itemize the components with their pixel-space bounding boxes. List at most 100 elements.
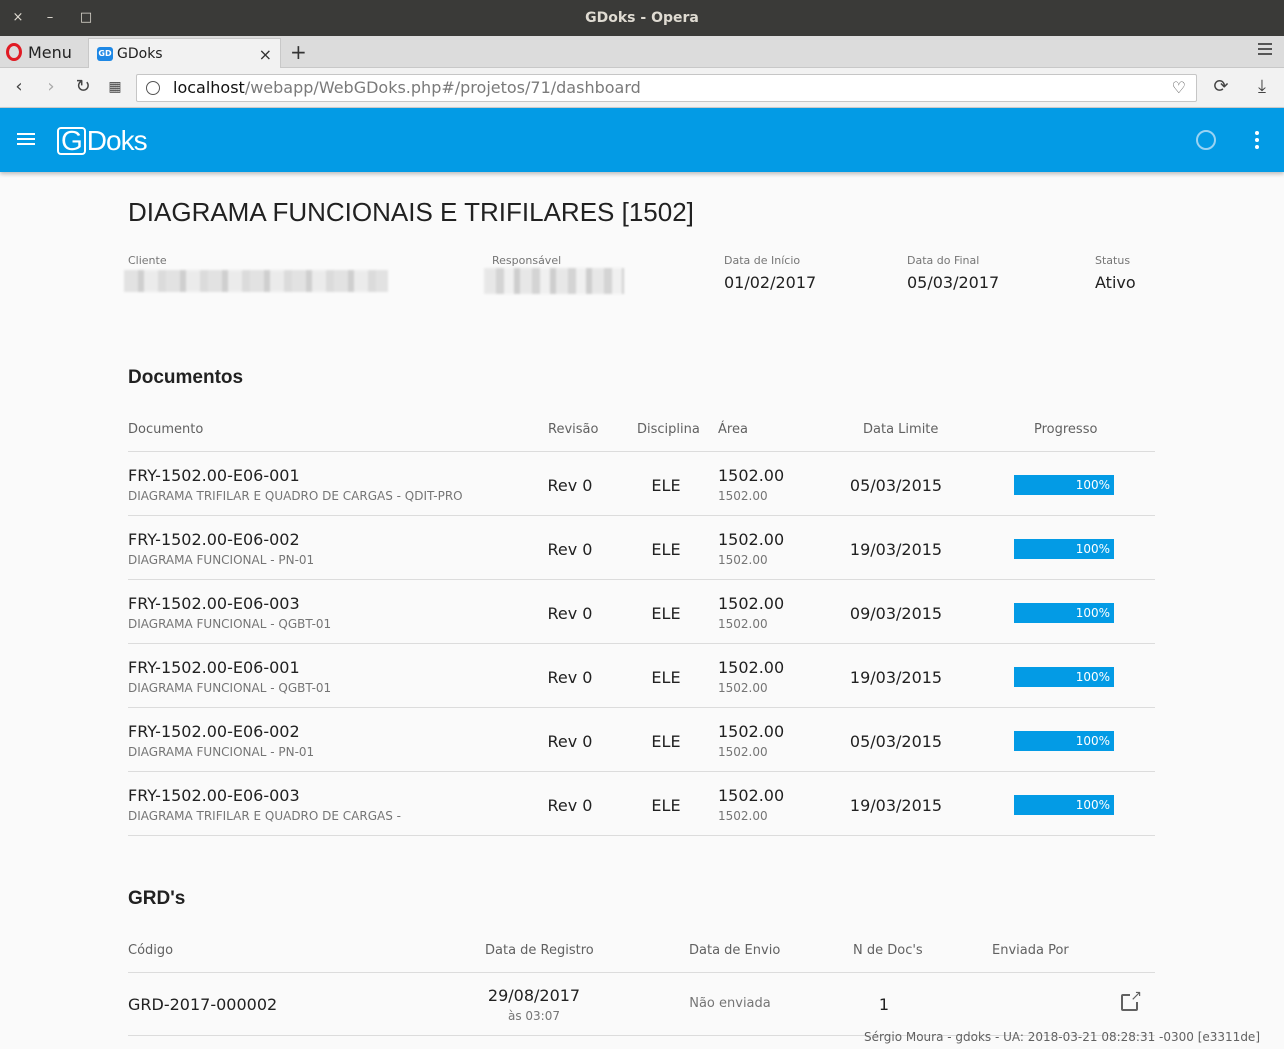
doc-code: FRY-1502.00-E06-003 xyxy=(128,594,300,613)
progress-label: 100% xyxy=(1075,798,1110,812)
progress-label: 100% xyxy=(1075,606,1110,620)
doc-area: 1502.00 xyxy=(718,786,785,805)
table-row[interactable]: FRY-1502.00-E06-001 DIAGRAMA FUNCIONAL - … xyxy=(128,644,1155,708)
speed-dial-icon[interactable]: ▦ xyxy=(104,76,126,98)
progress-bar: 100% xyxy=(1014,667,1114,687)
col-data-envio: Data de Envio xyxy=(689,943,781,958)
doc-description: DIAGRAMA TRIFILAR E QUADRO DE CARGAS - Q… xyxy=(128,489,463,503)
col-n-docs: N de Doc's xyxy=(853,943,923,958)
table-row[interactable]: FRY-1502.00-E06-003 DIAGRAMA FUNCIONAL - … xyxy=(128,580,1155,644)
progress-label: 100% xyxy=(1075,542,1110,556)
window-title: GDoks - Opera xyxy=(585,10,699,26)
grd-row[interactable]: GRD-2017-000002 29/08/2017 às 03:07 Não … xyxy=(128,972,1155,1036)
more-vert-icon[interactable] xyxy=(1255,131,1261,152)
doc-description: DIAGRAMA FUNCIONAL - QGBT-01 xyxy=(128,681,332,695)
tab-menu-icon[interactable] xyxy=(1258,43,1272,58)
window-titlebar: × – □ GDoks - Opera xyxy=(0,0,1284,36)
globe-icon xyxy=(146,81,160,95)
doc-description: DIAGRAMA FUNCIONAL - QGBT-01 xyxy=(128,617,332,631)
app-bar: G Doks xyxy=(0,108,1284,172)
doc-code: FRY-1502.00-E06-001 xyxy=(128,466,300,485)
data-final-field: Data do Final 05/03/2017 xyxy=(907,254,1000,292)
url-field[interactable]: localhost/webapp/WebGDoks.php#/projetos/… xyxy=(136,74,1197,102)
doc-area-sub: 1502.00 xyxy=(718,553,768,567)
doc-area-sub: 1502.00 xyxy=(718,809,768,823)
grd-reg-date: 29/08/2017 xyxy=(487,986,581,1005)
url-path: /webapp/WebGDoks.php#/projetos/71/dashbo… xyxy=(244,78,641,97)
gdoks-favicon-icon: GD xyxy=(97,46,113,61)
tab-close-icon[interactable]: × xyxy=(259,45,272,64)
progress-label: 100% xyxy=(1075,478,1110,492)
grd-ndocs: 1 xyxy=(878,995,890,1014)
open-in-new-icon[interactable] xyxy=(1121,988,1142,1011)
progress-label: 100% xyxy=(1075,670,1110,684)
doc-area: 1502.00 xyxy=(718,466,785,485)
grds-table-header: Código Data de Registro Data de Envio N … xyxy=(128,943,1155,973)
forward-icon[interactable]: › xyxy=(40,76,62,98)
col-progresso: Progresso xyxy=(1034,422,1098,437)
col-area: Área xyxy=(718,422,748,437)
progress-bar: 100% xyxy=(1014,539,1114,559)
doc-area: 1502.00 xyxy=(718,722,785,741)
doc-revision: Rev 0 xyxy=(547,732,593,751)
doc-discipline: ELE xyxy=(651,604,681,623)
table-row[interactable]: FRY-1502.00-E06-002 DIAGRAMA FUNCIONAL - … xyxy=(128,516,1155,580)
page-title: DIAGRAMA FUNCIONAIS E TRIFILARES [1502] xyxy=(128,197,694,227)
reload-icon[interactable]: ↻ xyxy=(72,76,94,98)
tab-bar: Menu GD GDoks × + xyxy=(0,36,1284,68)
footer-status: Sérgio Moura - gdoks - UA: 2018-03-21 08… xyxy=(864,1030,1260,1044)
doc-description: DIAGRAMA FUNCIONAL - PN-01 xyxy=(128,553,315,567)
progress-bar: 100% xyxy=(1014,731,1114,751)
doc-revision: Rev 0 xyxy=(547,796,593,815)
col-disciplina: Disciplina xyxy=(637,422,700,437)
col-documento: Documento xyxy=(128,422,204,437)
new-tab-button[interactable]: + xyxy=(290,40,307,64)
doc-area: 1502.00 xyxy=(718,530,785,549)
grd-code: GRD-2017-000002 xyxy=(128,995,278,1014)
doc-discipline: ELE xyxy=(651,540,681,559)
doc-area-sub: 1502.00 xyxy=(718,617,768,631)
doc-due-date: 19/03/2015 xyxy=(849,540,943,559)
table-row[interactable]: FRY-1502.00-E06-002 DIAGRAMA FUNCIONAL - … xyxy=(128,708,1155,772)
col-data-limite: Data Limite xyxy=(863,422,939,437)
bookmark-heart-icon[interactable]: ♡ xyxy=(1172,75,1186,101)
browser-tab[interactable]: GD GDoks × xyxy=(88,38,281,68)
gdoks-logo: G Doks xyxy=(57,125,148,157)
history-icon[interactable] xyxy=(1196,130,1216,150)
doc-code: FRY-1502.00-E06-001 xyxy=(128,658,300,677)
documentos-table-header: Documento Revisão Disciplina Área Data L… xyxy=(128,422,1155,452)
back-icon[interactable]: ‹ xyxy=(8,76,30,98)
progress-bar: 100% xyxy=(1014,795,1114,815)
doc-discipline: ELE xyxy=(651,668,681,687)
responsavel-redacted xyxy=(484,268,624,294)
doc-area: 1502.00 xyxy=(718,594,785,613)
doc-code: FRY-1502.00-E06-002 xyxy=(128,530,300,549)
doc-due-date: 19/03/2015 xyxy=(849,668,943,687)
data-inicio-field: Data de Início 01/02/2017 xyxy=(724,254,817,292)
doc-area-sub: 1502.00 xyxy=(718,745,768,759)
documentos-heading: Documentos xyxy=(128,367,244,388)
table-row[interactable]: FRY-1502.00-E06-003 DIAGRAMA TRIFILAR E Q… xyxy=(128,772,1155,836)
vpn-sync-icon[interactable]: ⟳ xyxy=(1210,76,1232,98)
doc-revision: Rev 0 xyxy=(547,476,593,495)
cliente-redacted xyxy=(124,270,388,292)
url-host: localhost xyxy=(173,78,245,97)
doc-revision: Rev 0 xyxy=(547,668,593,687)
doc-discipline: ELE xyxy=(651,796,681,815)
download-icon[interactable]: ⤓ xyxy=(1251,76,1273,98)
doc-description: DIAGRAMA TRIFILAR E QUADRO DE CARGAS - xyxy=(128,809,401,823)
cliente-field: Cliente xyxy=(128,254,167,267)
table-row[interactable]: FRY-1502.00-E06-001 DIAGRAMA TRIFILAR E Q… xyxy=(128,452,1155,516)
doc-area-sub: 1502.00 xyxy=(718,489,768,503)
doc-code: FRY-1502.00-E06-003 xyxy=(128,786,300,805)
col-codigo: Código xyxy=(128,943,174,958)
grd-envio: Não enviada xyxy=(689,996,771,1011)
status-field: Status Ativo xyxy=(1095,254,1136,292)
opera-menu-label: Menu xyxy=(28,42,72,62)
menu-list-icon[interactable] xyxy=(17,133,35,148)
doc-code: FRY-1502.00-E06-002 xyxy=(128,722,300,741)
doc-revision: Rev 0 xyxy=(547,540,593,559)
opera-logo-icon xyxy=(6,43,22,61)
opera-menu-button[interactable]: Menu xyxy=(6,41,72,63)
doc-area: 1502.00 xyxy=(718,658,785,677)
